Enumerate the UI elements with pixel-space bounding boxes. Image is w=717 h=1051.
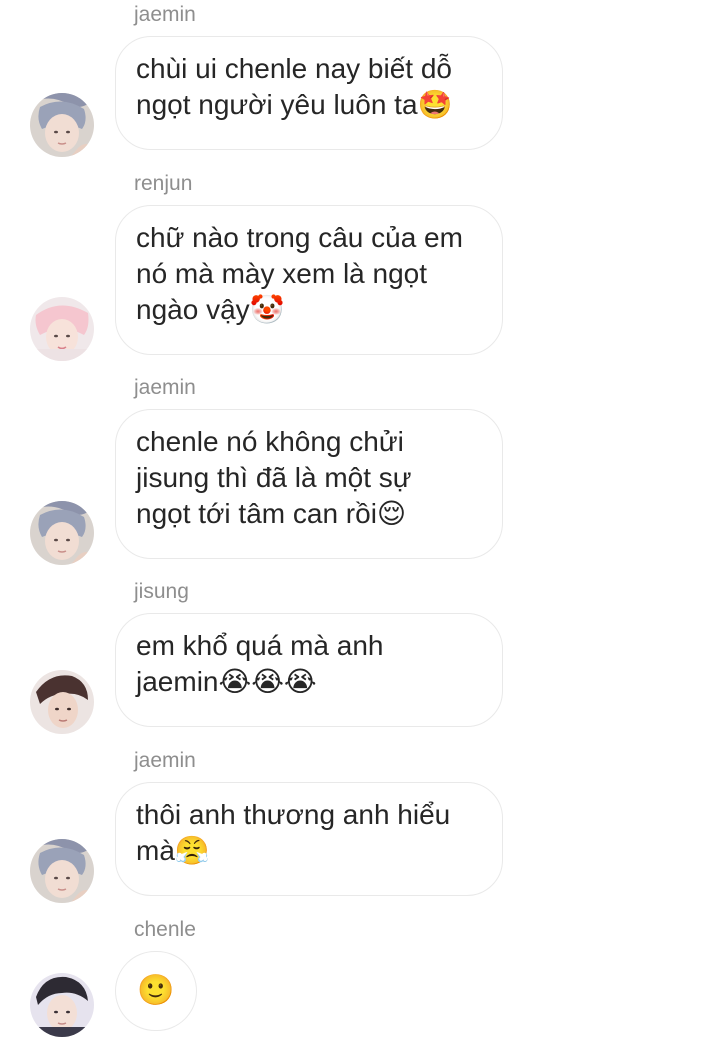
message-sender-name: jaemin (134, 749, 196, 772)
jaemin-avatar-icon[interactable] (30, 501, 94, 565)
message-sender-name: jisung (134, 580, 189, 603)
renjun-avatar-icon[interactable] (30, 297, 94, 361)
message-bubble[interactable]: thôi anh thương anh hiểu mà😤 (115, 782, 503, 896)
message-sender-name: renjun (134, 172, 193, 195)
message-bubble[interactable]: chùi ui chenle nay biết dỗ ngọt người yê… (115, 36, 503, 150)
message-sender-name: jaemin (134, 376, 196, 399)
message-bubble[interactable]: em khổ quá mà anh jaemin😭😭😭 (115, 613, 503, 727)
chenle-avatar-icon[interactable] (30, 973, 94, 1037)
message-sender-name: jaemin (134, 3, 196, 26)
jaemin-avatar-icon[interactable] (30, 839, 94, 903)
message-sender-name: chenle (134, 918, 196, 941)
message-bubble[interactable]: chenle nó không chửi jisung thì đã là mộ… (115, 409, 503, 559)
jaemin-avatar-icon[interactable] (30, 93, 94, 157)
message-bubble[interactable]: chữ nào trong câu của em nó mà mày xem l… (115, 205, 503, 355)
jisung-avatar-icon[interactable] (30, 670, 94, 734)
message-bubble[interactable]: 🙂 (115, 951, 197, 1031)
